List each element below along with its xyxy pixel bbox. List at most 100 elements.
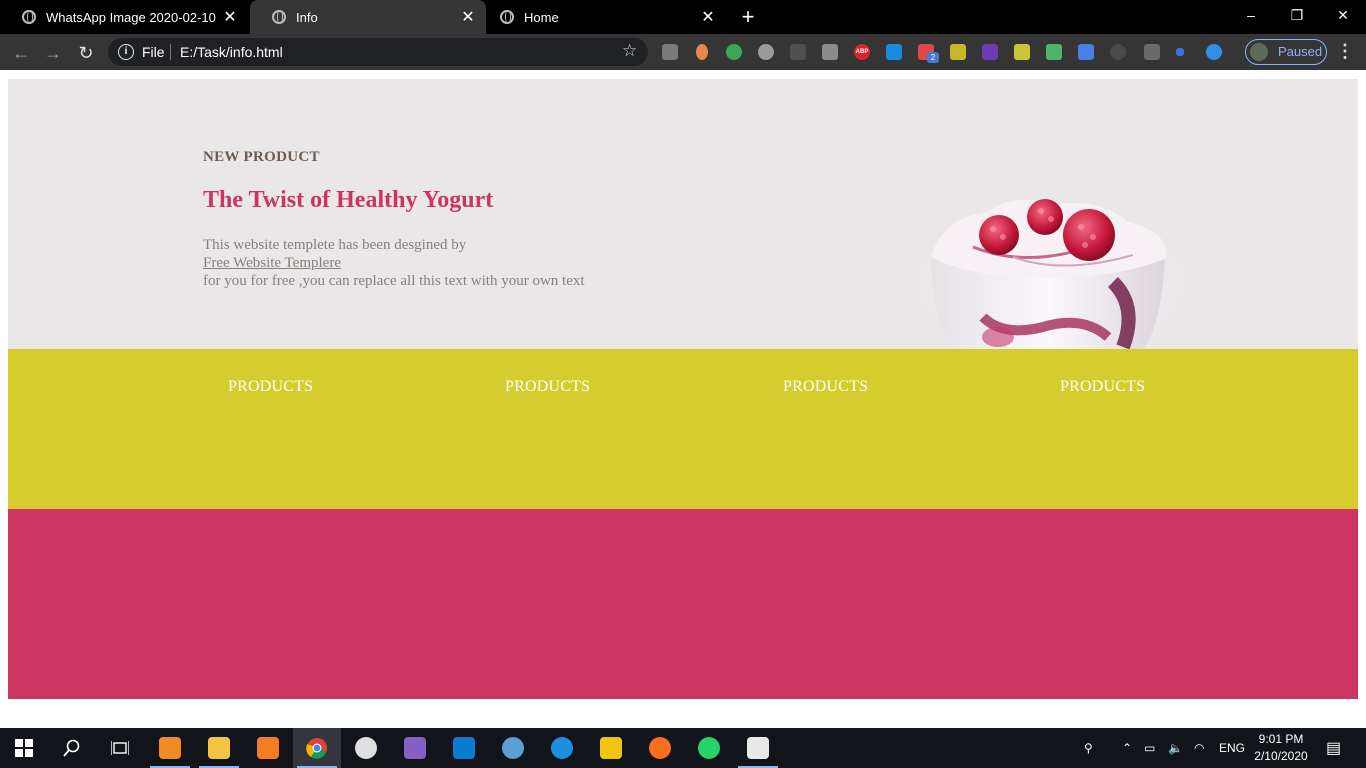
taskbar-edge[interactable] [538,728,586,768]
extension-yellow-icon[interactable] [950,44,966,60]
taskbar-vscode[interactable] [440,728,488,768]
profile-button[interactable]: Paused [1245,39,1327,65]
taskbar-xampp[interactable] [244,728,292,768]
free-website-templere-link[interactable]: Free Website Templere [203,255,341,271]
tab-title: WhatsApp Image 2020-02-10 at [46,9,220,25]
back-button[interactable]: ← [8,40,34,66]
products-link[interactable]: PRODUCTS [505,378,590,396]
task-view-button[interactable] [96,728,144,768]
info-icon[interactable]: i [118,44,134,60]
extension-drop-icon[interactable] [1206,44,1222,60]
browser-toolbar: ← → ↻ i File E:/Task/info.html ☆ ABP 2 P… [0,34,1366,70]
windows-logo-icon [15,739,33,757]
products-link[interactable]: PRODUCTS [228,378,313,396]
search-button[interactable] [48,728,96,768]
edge-icon [551,737,573,759]
player-icon [600,737,622,759]
firefox-icon [649,737,671,759]
task-view-icon [111,741,129,755]
vscode-icon [453,737,475,759]
visual-studio-icon [404,737,426,759]
file-explorer-icon [208,737,230,759]
yogurt-image [916,192,1183,349]
extension-green-icon[interactable] [726,44,742,60]
tab-whatsapp-image[interactable]: WhatsApp Image 2020-02-10 at ✕ [0,0,248,34]
forward-button[interactable]: → [40,40,66,66]
taskbar-photos[interactable] [734,728,782,768]
hero-eyebrow: NEW PRODUCT [203,149,320,165]
battery-icon[interactable]: ▭ [1144,728,1155,768]
notification-center-icon[interactable]: ▤ [1326,728,1341,768]
translate-icon[interactable] [1078,44,1094,60]
divider [170,44,171,60]
extension-square-icon[interactable] [1176,48,1184,56]
extension-mail-icon[interactable] [1046,44,1062,60]
products-link[interactable]: PRODUCTS [783,378,868,396]
taskbar-uc-browser[interactable] [146,728,194,768]
bookmark-star-icon[interactable]: ☆ [622,41,637,61]
avatar [1250,43,1268,61]
globe-icon [272,10,286,24]
url-scheme: File [142,44,165,60]
tab-title: Info [296,9,318,25]
reload-icon: ↻ [78,43,94,63]
extension-cloud-icon[interactable] [758,44,774,60]
arrow-right-icon: → [44,43,62,63]
extension-purple-icon[interactable] [982,44,998,60]
clock-date: 2/10/2020 [1254,749,1308,763]
system-clock[interactable]: 9:01 PM 2/10/2020 [1252,731,1310,765]
minimize-button[interactable]: – [1228,0,1274,30]
taskbar-file-explorer[interactable] [195,728,243,768]
more-menu-icon[interactable]: ⋮ [1336,41,1354,62]
taskbar-firefox[interactable] [636,728,684,768]
close-tab-icon[interactable]: ✕ [698,7,718,27]
taskbar-player[interactable] [587,728,635,768]
url-text[interactable]: E:/Task/info.html [180,44,283,60]
taskbar-whatsapp[interactable] [685,728,733,768]
windows-taskbar: ⚲ ⌃ ▭ 🔈 ◠ ENG 9:01 PM 2/10/2020 ▤ [0,728,1366,768]
products-band: PRODUCTS PRODUCTS PRODUCTS PRODUCTS [8,349,1358,509]
taskbar-visual-studio[interactable] [391,728,439,768]
extension-grey-icon[interactable] [662,44,678,60]
footer-section [8,509,1358,699]
extension-blue-arrow-icon[interactable] [886,44,902,60]
volume-icon[interactable]: 🔈 [1168,728,1183,768]
globe-icon [500,10,514,24]
reload-button[interactable]: ↻ [73,40,99,66]
chevron-up-icon[interactable]: ⌃ [1122,728,1132,768]
hero-headline: The Twist of Healthy Yogurt [203,187,494,213]
paint-icon [355,737,377,759]
restore-button[interactable]: ❐ [1274,0,1320,30]
tab-info[interactable]: Info ✕ [250,0,486,34]
new-tab-button[interactable]: + [738,5,758,29]
clock-time: 9:01 PM [1258,732,1304,746]
start-button[interactable] [0,728,48,768]
pen-icon[interactable] [1144,44,1160,60]
close-window-button[interactable]: ✕ [1320,0,1366,30]
chrome-icon [306,738,327,759]
search-icon [63,739,80,757]
close-tab-icon[interactable]: ✕ [220,7,240,27]
eye-icon[interactable] [1110,44,1126,60]
tab-strip: WhatsApp Image 2020-02-10 at ✕ Info ✕ Ho… [0,0,1366,34]
hero-description: This website templete has been desgined … [203,236,585,290]
address-bar[interactable]: i File E:/Task/info.html ☆ [108,38,648,66]
people-icon[interactable]: ⚲ [1084,728,1093,768]
extension-orange-icon[interactable] [696,44,708,60]
adblock-plus-icon[interactable]: ABP [854,44,870,60]
wifi-icon[interactable]: ◠ [1194,728,1204,768]
hero-desc-line: This website templete has been desgined … [203,237,467,253]
taskbar-chrome[interactable] [293,728,341,768]
tab-home[interactable]: Home ✕ [478,0,726,34]
taskbar-settings[interactable] [489,728,537,768]
products-link[interactable]: PRODUCTS [1060,378,1145,396]
taskbar-paint[interactable] [342,728,390,768]
page-viewport: NEW PRODUCT The Twist of Healthy Yogurt … [0,70,1366,728]
hero-section: NEW PRODUCT The Twist of Healthy Yogurt … [8,79,1358,349]
extension-bird-icon[interactable] [1014,44,1030,60]
camera-icon[interactable] [822,44,838,60]
uc-browser-icon [159,737,181,759]
camera-icon[interactable] [790,44,806,60]
close-tab-icon[interactable]: ✕ [458,7,478,27]
language-indicator[interactable]: ENG [1219,728,1245,768]
